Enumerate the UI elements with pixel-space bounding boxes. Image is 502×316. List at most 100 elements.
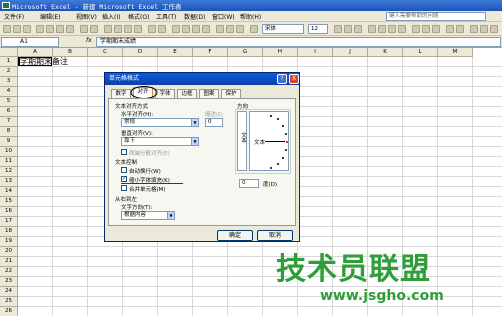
fill-color-icon[interactable] <box>480 25 488 33</box>
orientation-dial[interactable]: 文本 <box>249 111 289 171</box>
vertical-align-select[interactable]: 靠下 ▼ <box>121 137 199 146</box>
menu-edit[interactable]: 编辑(E) <box>40 12 60 21</box>
row-header-17[interactable]: 17 <box>0 217 18 227</box>
font-size-select[interactable]: 12 <box>308 24 328 34</box>
column-header-k[interactable]: K <box>368 48 403 57</box>
row-header-20[interactable]: 20 <box>0 247 18 257</box>
row-header-12[interactable]: 12 <box>0 167 18 177</box>
row-header-9[interactable]: 9 <box>0 137 18 147</box>
select-all-corner[interactable] <box>0 48 18 57</box>
row-header-18[interactable]: 18 <box>0 227 18 237</box>
tab-border[interactable]: 边框 <box>177 89 197 98</box>
zoom-icon[interactable] <box>236 25 244 33</box>
fx-icon[interactable]: fx <box>86 37 92 44</box>
menu-format[interactable]: 格式(O) <box>128 12 149 21</box>
column-header-b[interactable]: B <box>53 48 88 57</box>
row-header-13[interactable]: 13 <box>0 177 18 187</box>
column-header-f[interactable]: F <box>193 48 228 57</box>
tab-number[interactable]: 数字 <box>111 89 131 98</box>
paste-icon[interactable] <box>124 25 132 33</box>
column-header-h[interactable]: H <box>263 48 298 57</box>
text-direction-select[interactable]: 根据内容 ▼ <box>121 211 175 220</box>
row-header-2[interactable]: 2 <box>0 67 18 77</box>
font-color-icon[interactable] <box>490 25 498 33</box>
column-header-a[interactable]: A <box>18 48 53 57</box>
bold-icon[interactable] <box>334 25 342 33</box>
wrap-text-checkbox[interactable] <box>121 167 127 173</box>
menu-file[interactable]: 文件(F) <box>4 12 24 21</box>
print-preview-icon[interactable] <box>66 25 74 33</box>
menu-tools[interactable]: 工具(T) <box>156 12 176 21</box>
name-box[interactable]: A1 <box>1 37 59 47</box>
print-icon[interactable] <box>56 25 64 33</box>
ok-button[interactable]: 确定 <box>217 230 253 241</box>
align-right-icon[interactable] <box>388 25 396 33</box>
column-header-i[interactable]: I <box>298 48 333 57</box>
row-header-23[interactable]: 23 <box>0 277 18 287</box>
column-header-m[interactable]: M <box>438 48 473 57</box>
drawing-icon[interactable] <box>226 25 234 33</box>
sort-ascending-icon[interactable] <box>192 25 200 33</box>
spelling-icon[interactable] <box>80 25 88 33</box>
row-header-25[interactable]: 25 <box>0 297 18 307</box>
merge-cells-checkbox[interactable] <box>121 185 127 191</box>
help-icon[interactable] <box>250 25 258 33</box>
menu-data[interactable]: 数据(D) <box>184 12 205 21</box>
vertical-text-box[interactable]: 文本 <box>237 111 247 171</box>
row-header-24[interactable]: 24 <box>0 287 18 297</box>
format-painter-icon[interactable] <box>134 25 142 33</box>
percent-icon[interactable] <box>422 25 430 33</box>
align-left-icon[interactable] <box>368 25 376 33</box>
comma-icon[interactable] <box>432 25 440 33</box>
borders-icon[interactable] <box>470 25 478 33</box>
tab-protection[interactable]: 保护 <box>221 89 241 98</box>
row-header-14[interactable]: 14 <box>0 187 18 197</box>
row-header-6[interactable]: 6 <box>0 107 18 117</box>
help-search-input[interactable]: 键入需要帮助的问题 <box>386 12 486 21</box>
horizontal-align-select[interactable]: 常规 ▼ <box>121 118 199 127</box>
decrease-indent-icon[interactable] <box>446 25 454 33</box>
row-header-21[interactable]: 21 <box>0 257 18 267</box>
permission-icon[interactable] <box>36 25 44 33</box>
row-header-11[interactable]: 11 <box>0 157 18 167</box>
row-header-7[interactable]: 7 <box>0 117 18 127</box>
font-name-select[interactable]: 宋体 <box>262 24 304 34</box>
open-icon[interactable] <box>13 25 21 33</box>
column-header-d[interactable]: D <box>123 48 158 57</box>
cut-icon[interactable] <box>104 25 112 33</box>
autosum-icon[interactable] <box>182 25 190 33</box>
row-header-1[interactable]: 1 <box>0 57 18 67</box>
row-header-22[interactable]: 22 <box>0 267 18 277</box>
align-center-icon[interactable] <box>378 25 386 33</box>
row-header-4[interactable]: 4 <box>0 87 18 97</box>
menu-view[interactable]: 视图(V) <box>76 12 97 21</box>
degree-stepper[interactable]: 0 <box>239 179 259 188</box>
distributed-checkbox[interactable] <box>121 149 127 155</box>
menu-window[interactable]: 窗口(W) <box>212 12 235 21</box>
underline-icon[interactable] <box>354 25 362 33</box>
sort-descending-icon[interactable] <box>202 25 210 33</box>
copy-icon[interactable] <box>114 25 122 33</box>
column-header-c[interactable]: C <box>88 48 123 57</box>
formula-input[interactable]: 学期期末成绩 <box>96 37 501 47</box>
column-header-j[interactable]: J <box>333 48 368 57</box>
row-header-15[interactable]: 15 <box>0 197 18 207</box>
column-header-g[interactable]: G <box>228 48 263 57</box>
row-header-10[interactable]: 10 <box>0 147 18 157</box>
row-header-19[interactable]: 19 <box>0 237 18 247</box>
email-icon[interactable] <box>46 25 54 33</box>
row-header-8[interactable]: 8 <box>0 127 18 137</box>
row-header-3[interactable]: 3 <box>0 77 18 87</box>
column-header-l[interactable]: L <box>403 48 438 57</box>
dialog-help-button[interactable]: ? <box>277 74 287 84</box>
shrink-to-fit-checkbox[interactable]: ✓ <box>121 176 127 182</box>
menu-help[interactable]: 帮助(H) <box>240 12 261 21</box>
redo-icon[interactable] <box>158 25 166 33</box>
row-header-5[interactable]: 5 <box>0 97 18 107</box>
row-header-16[interactable]: 16 <box>0 207 18 217</box>
italic-icon[interactable] <box>344 25 352 33</box>
hyperlink-icon[interactable] <box>172 25 180 33</box>
increase-indent-icon[interactable] <box>456 25 464 33</box>
save-icon[interactable] <box>23 25 31 33</box>
menu-insert[interactable]: 插入(I) <box>102 12 120 21</box>
